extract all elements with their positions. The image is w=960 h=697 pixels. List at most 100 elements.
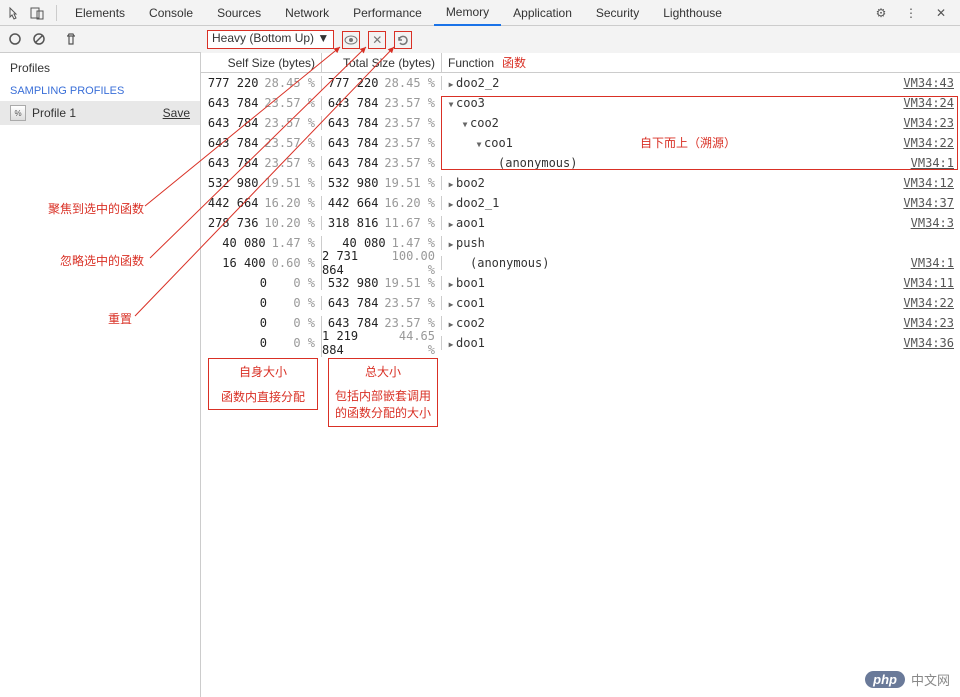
table-row[interactable]: 532 98019.51 %532 98019.51 %boo2VM34:12 xyxy=(201,173,960,193)
source-link[interactable]: VM34:43 xyxy=(903,76,954,90)
function-name: (anonymous) xyxy=(498,156,577,170)
expand-icon[interactable] xyxy=(460,116,470,130)
table-row[interactable]: 643 78423.57 %643 78423.57 %coo3VM34:24 xyxy=(201,93,960,113)
cell-self-size: 643 78423.57 % xyxy=(201,96,321,110)
source-link[interactable]: VM34:1 xyxy=(911,156,954,170)
watermark-text: 中文网 xyxy=(911,670,950,689)
source-link[interactable]: VM34:1 xyxy=(911,256,954,270)
source-link[interactable]: VM34:24 xyxy=(903,96,954,110)
cell-function: aoo1 VM34:3 xyxy=(441,216,960,230)
expand-icon[interactable] xyxy=(446,216,456,230)
cell-function: doo1 VM34:36 xyxy=(441,336,960,350)
tab-memory[interactable]: Memory xyxy=(434,0,501,26)
expand-icon[interactable] xyxy=(446,296,456,310)
devtools-topbar: Elements Console Sources Network Perform… xyxy=(0,0,960,26)
cell-total-size: 318 81611.67 % xyxy=(321,216,441,230)
tab-lighthouse[interactable]: Lighthouse xyxy=(651,1,734,25)
source-link[interactable]: VM34:12 xyxy=(903,176,954,190)
function-name: doo2_2 xyxy=(456,76,499,90)
inspect-icon[interactable] xyxy=(6,4,24,22)
table-row[interactable]: 643 78423.57 %643 78423.57 %coo1VM34:22 xyxy=(201,133,960,153)
table-row[interactable]: 777 22028.45 %777 22028.45 %doo2_2VM34:4… xyxy=(201,73,960,93)
function-name: doo2_1 xyxy=(456,196,499,210)
function-name: doo1 xyxy=(456,336,485,350)
expand-icon[interactable] xyxy=(446,76,456,90)
view-select[interactable]: Heavy (Bottom Up) ▼ xyxy=(207,30,334,49)
function-name: push xyxy=(456,236,485,250)
x-icon[interactable]: ✕ xyxy=(368,31,386,49)
table-row[interactable]: 643 78423.57 %643 78423.57 %coo2VM34:23 xyxy=(201,113,960,133)
header-self-size[interactable]: Self Size (bytes) xyxy=(201,53,321,72)
tab-elements[interactable]: Elements xyxy=(63,1,137,25)
source-link[interactable]: VM34:22 xyxy=(903,296,954,310)
expand-icon[interactable] xyxy=(446,316,456,330)
anno-ignore: 忽略选中的函数 xyxy=(60,252,144,269)
sampling-profiles-section: SAMPLING PROFILES xyxy=(0,81,200,101)
no-icon[interactable] xyxy=(30,30,48,48)
tab-network[interactable]: Network xyxy=(273,1,341,25)
function-name: coo3 xyxy=(456,96,485,110)
record-icon[interactable] xyxy=(6,30,24,48)
save-profile-link[interactable]: Save xyxy=(163,106,190,120)
cell-function: coo2 VM34:23 xyxy=(441,316,960,330)
table-headers: Self Size (bytes) Total Size (bytes) Fun… xyxy=(201,53,960,73)
table-row[interactable]: 643 78423.57 %643 78423.57 %(anonymous)V… xyxy=(201,153,960,173)
expand-icon[interactable] xyxy=(446,276,456,290)
expand-icon[interactable] xyxy=(446,336,456,350)
anno-bottom-up: 自下而上（溯源） xyxy=(640,134,736,151)
table-row[interactable]: 442 66416.20 %442 66416.20 %doo2_1VM34:3… xyxy=(201,193,960,213)
source-link[interactable]: VM34:3 xyxy=(911,216,954,230)
close-icon[interactable]: ✕ xyxy=(932,4,950,22)
cell-function: doo2_1 VM34:37 xyxy=(441,196,960,210)
tab-sources[interactable]: Sources xyxy=(205,1,273,25)
table-row[interactable]: 00 %643 78423.57 %coo1VM34:22 xyxy=(201,293,960,313)
table-row[interactable]: 278 73610.20 %318 81611.67 %aoo1VM34:3 xyxy=(201,213,960,233)
function-name: aoo1 xyxy=(456,216,485,230)
expand-icon[interactable] xyxy=(446,196,456,210)
tab-security[interactable]: Security xyxy=(584,1,651,25)
cell-function: coo1VM34:22 xyxy=(441,296,960,310)
source-link[interactable]: VM34:36 xyxy=(903,336,954,350)
cell-function: boo1 VM34:11 xyxy=(441,276,960,290)
expand-icon[interactable] xyxy=(474,136,484,150)
refresh-icon[interactable] xyxy=(394,31,412,49)
function-name: coo2 xyxy=(456,316,485,330)
source-link[interactable]: VM34:22 xyxy=(903,136,954,150)
source-link[interactable]: VM34:23 xyxy=(903,116,954,130)
table-row[interactable]: 00 %643 78423.57 %coo2VM34:23 xyxy=(201,313,960,333)
tab-performance[interactable]: Performance xyxy=(341,1,434,25)
source-link[interactable]: VM34:11 xyxy=(903,276,954,290)
cell-total-size: 643 78423.57 % xyxy=(321,136,441,150)
tab-application[interactable]: Application xyxy=(501,1,584,25)
delete-icon[interactable] xyxy=(62,30,80,48)
cell-function: (anonymous) VM34:1 xyxy=(441,156,960,170)
tab-console[interactable]: Console xyxy=(137,1,205,25)
eye-icon[interactable] xyxy=(342,31,360,49)
table-row[interactable]: 40 0801.47 %40 0801.47 %push xyxy=(201,233,960,253)
source-link[interactable]: VM34:23 xyxy=(903,316,954,330)
cell-function: boo2VM34:12 xyxy=(441,176,960,190)
cell-total-size: 442 66416.20 % xyxy=(321,196,441,210)
cell-self-size: 643 78423.57 % xyxy=(201,116,321,130)
expand-icon[interactable] xyxy=(446,236,456,250)
header-function[interactable]: Function 函数 xyxy=(441,53,960,72)
topbar-right-icons: ⚙ ⋮ ✕ xyxy=(872,4,954,22)
function-name: boo1 xyxy=(456,276,485,290)
cell-total-size: 643 78423.57 % xyxy=(321,156,441,170)
table-row[interactable]: 00 %1 219 88444.65 %doo1VM34:36 xyxy=(201,333,960,353)
expand-icon[interactable] xyxy=(446,96,456,110)
cell-self-size: 00 % xyxy=(201,316,321,330)
table-row[interactable]: 00 %532 98019.51 %boo1VM34:11 xyxy=(201,273,960,293)
cell-self-size: 00 % xyxy=(201,336,321,350)
expand-icon[interactable] xyxy=(446,176,456,190)
cell-self-size: 777 22028.45 % xyxy=(201,76,321,90)
kebab-icon[interactable]: ⋮ xyxy=(902,4,920,22)
source-link[interactable]: VM34:37 xyxy=(903,196,954,210)
profile-item[interactable]: % Profile 1 Save xyxy=(0,101,200,125)
cell-total-size: 40 0801.47 % xyxy=(321,236,441,250)
table-row[interactable]: 16 4000.60 %2 731 864100.00 %(anonymous)… xyxy=(201,253,960,273)
device-icon[interactable] xyxy=(28,4,46,22)
profile-icon: % xyxy=(10,105,26,121)
gear-icon[interactable]: ⚙ xyxy=(872,4,890,22)
header-total-size[interactable]: Total Size (bytes) xyxy=(321,53,441,72)
